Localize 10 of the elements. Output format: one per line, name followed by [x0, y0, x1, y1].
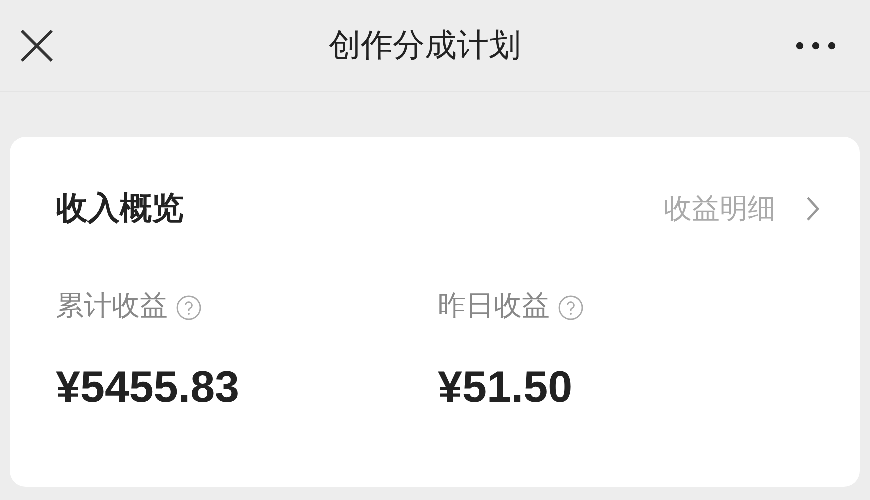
card-title: 收入概览: [56, 189, 184, 228]
stat-value: ¥5455.83: [56, 363, 241, 413]
stat-label: 累计收益: [56, 289, 168, 323]
close-icon[interactable]: [20, 28, 54, 62]
income-detail-link[interactable]: 收益明细: [664, 190, 820, 228]
stat-label: 昨日收益: [438, 289, 550, 323]
more-icon[interactable]: [796, 42, 836, 50]
stat-value: ¥51.50: [438, 363, 574, 413]
chevron-icon: [806, 196, 820, 222]
page-title: 创作分成计划: [329, 26, 521, 64]
